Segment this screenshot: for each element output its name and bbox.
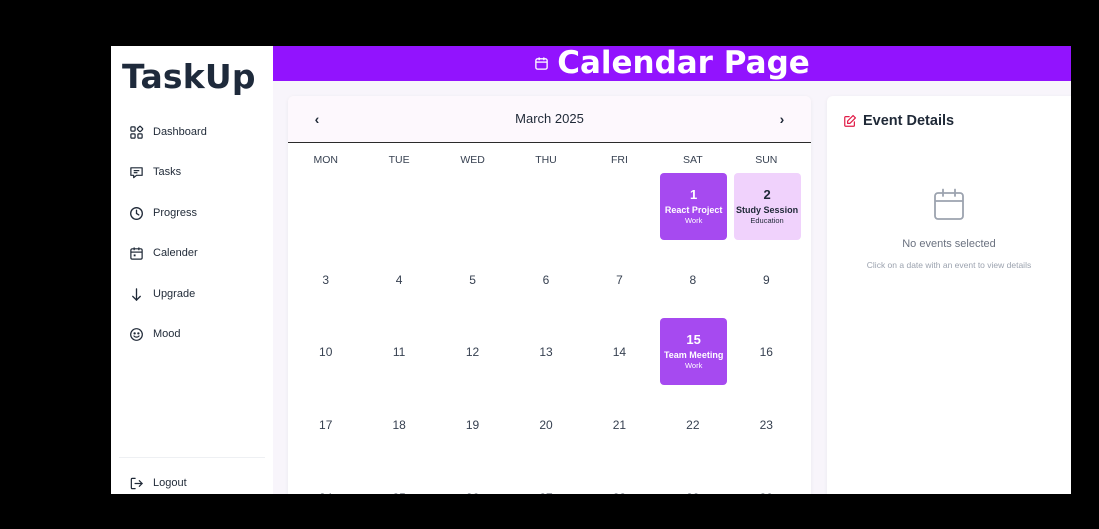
- calendar-day-cell[interactable]: 26: [436, 461, 509, 495]
- event-title: Team Meeting: [663, 349, 724, 360]
- sidebar-item-progress[interactable]: Progress: [129, 202, 197, 224]
- calendar-day-cell[interactable]: 29: [656, 461, 729, 495]
- event-react-project[interactable]: 1 React Project Work: [660, 173, 728, 240]
- empty-state-subtitle: Click on a date with an event to view de…: [866, 260, 1032, 270]
- event-details-card: Event Details No events selected Click o…: [827, 96, 1071, 494]
- calendar-day-cell[interactable]: 27: [509, 461, 582, 495]
- calendar-day-cell[interactable]: 24: [289, 461, 362, 495]
- sidebar-divider: [119, 457, 265, 458]
- calendar-day-cell[interactable]: 28: [583, 461, 656, 495]
- event-day-number: 2: [763, 186, 771, 202]
- sidebar-item-dashboard[interactable]: Dashboard: [129, 121, 207, 143]
- sidebar-item-label: Upgrade: [153, 288, 196, 300]
- calendar-day-cell[interactable]: 18: [362, 388, 435, 461]
- logout-button[interactable]: Logout: [129, 472, 187, 494]
- calendar-day-cell[interactable]: 25: [362, 461, 435, 495]
- weekday-label: WED: [460, 154, 485, 166]
- calendar-day-cell[interactable]: 22: [656, 388, 729, 461]
- chat-bubble-icon: [129, 165, 144, 180]
- calendar-day-cell[interactable]: 4: [362, 243, 435, 316]
- event-team-meeting[interactable]: 15 Team Meeting Work: [660, 318, 728, 385]
- calendar-day-empty: [362, 173, 435, 246]
- calendar-icon: [534, 56, 549, 71]
- event-title: React Project: [664, 204, 723, 215]
- event-day-number: 15: [686, 331, 701, 347]
- event-category: Education: [750, 216, 784, 226]
- sidebar-item-label: Mood: [153, 328, 181, 340]
- calendar-day-cell[interactable]: 17: [289, 388, 362, 461]
- calendar-week-row: 1 React Project Work 2 Study Session Edu…: [289, 173, 803, 246]
- logout-label: Logout: [153, 477, 187, 489]
- sidebar-item-label: Calender: [153, 247, 198, 259]
- app-window: TaskUp Dashboard Tasks Progress Calender: [111, 46, 1071, 494]
- calendar-day-cell[interactable]: 30: [730, 461, 803, 495]
- calendar-day-empty: [583, 173, 656, 246]
- month-label: March 2025: [515, 111, 584, 126]
- calendar-day-cell[interactable]: 21: [583, 388, 656, 461]
- event-day-number: 1: [690, 186, 698, 202]
- sidebar-item-label: Tasks: [153, 166, 182, 178]
- calendar-day-cell[interactable]: 6: [509, 243, 582, 316]
- calendar-day-cell[interactable]: 7: [583, 243, 656, 316]
- empty-state-title: No events selected: [902, 238, 996, 250]
- sidebar-item-calender[interactable]: Calender: [129, 242, 198, 264]
- event-category: Work: [684, 361, 703, 371]
- calendar-week-row: 3 4 5 6 7 8 9: [289, 243, 803, 316]
- empty-calendar-icon: [934, 188, 964, 220]
- calendar-week-row: 10 11 12 13 14 15 Team Meeting Work 16: [289, 315, 803, 388]
- calendar-day-cell[interactable]: 16: [730, 315, 803, 388]
- calendar-week-row: 17 18 19 20 21 22 23: [289, 388, 803, 461]
- smiley-icon: [129, 327, 144, 342]
- calendar-day-cell: 2 Study Session Education: [730, 173, 803, 246]
- calendar-day-cell[interactable]: 13: [509, 315, 582, 388]
- calendar-card: ‹ March 2025 › MON TUE WED THU FRI SAT S…: [288, 96, 811, 494]
- calendar-day-cell[interactable]: 11: [362, 315, 435, 388]
- calendar-header: ‹ March 2025 ›: [288, 96, 811, 143]
- calendar-day-cell[interactable]: 10: [289, 315, 362, 388]
- page-title: Calendar Page: [557, 46, 810, 81]
- sidebar-item-label: Progress: [153, 207, 198, 219]
- event-study-session[interactable]: 2 Study Session Education: [733, 173, 801, 240]
- clock-icon: [129, 206, 144, 221]
- calendar-day-cell[interactable]: 12: [436, 315, 509, 388]
- calendar-day-cell[interactable]: 5: [436, 243, 509, 316]
- weekday-label: MON: [313, 154, 338, 166]
- weekday-label: TUE: [388, 154, 410, 166]
- calendar-day-empty: [436, 173, 509, 246]
- calendar-day-cell[interactable]: 20: [509, 388, 582, 461]
- calendar-day-cell[interactable]: 14: [583, 315, 656, 388]
- sidebar-item-mood[interactable]: Mood: [129, 323, 181, 345]
- calendar-day-cell[interactable]: 23: [730, 388, 803, 461]
- sidebar-item-label: Dashboard: [153, 126, 207, 138]
- sidebar-item-tasks[interactable]: Tasks: [129, 161, 181, 183]
- event-details-header: Event Details: [843, 113, 954, 129]
- weekday-label: FRI: [610, 154, 628, 166]
- calendar-day-cell[interactable]: 9: [730, 243, 803, 316]
- sidebar: TaskUp Dashboard Tasks Progress Calender: [111, 46, 273, 494]
- calendar-icon: [129, 246, 144, 261]
- page-header: Calendar Page: [273, 46, 1071, 81]
- event-details-title: Event Details: [863, 113, 955, 129]
- sidebar-item-upgrade[interactable]: Upgrade: [129, 283, 195, 305]
- calendar-day-cell: 15 Team Meeting Work: [656, 315, 729, 388]
- calendar-week-row: 24 25 26 27 28 29 30: [289, 461, 803, 495]
- edit-icon: [843, 114, 857, 128]
- calendar-day-cell[interactable]: 8: [656, 243, 729, 316]
- calendar-day-cell[interactable]: 19: [436, 388, 509, 461]
- logout-icon: [129, 476, 144, 491]
- dashboard-grid-icon: [129, 125, 144, 140]
- weekday-header-row: MON TUE WED THU FRI SAT SUN: [289, 154, 803, 168]
- calendar-day-cell: 1 React Project Work: [656, 173, 729, 246]
- weekday-label: SUN: [755, 154, 778, 166]
- app-logo: TaskUp: [122, 57, 256, 96]
- calendar-day-empty: [289, 173, 362, 246]
- arrow-down-icon: [129, 287, 144, 302]
- weekday-label: SAT: [683, 154, 703, 166]
- calendar-day-empty: [509, 173, 582, 246]
- event-title: Study Session: [736, 204, 799, 215]
- next-month-button[interactable]: ›: [773, 110, 791, 128]
- weekday-label: THU: [535, 154, 557, 166]
- event-category: Work: [684, 216, 703, 226]
- calendar-day-cell[interactable]: 3: [289, 243, 362, 316]
